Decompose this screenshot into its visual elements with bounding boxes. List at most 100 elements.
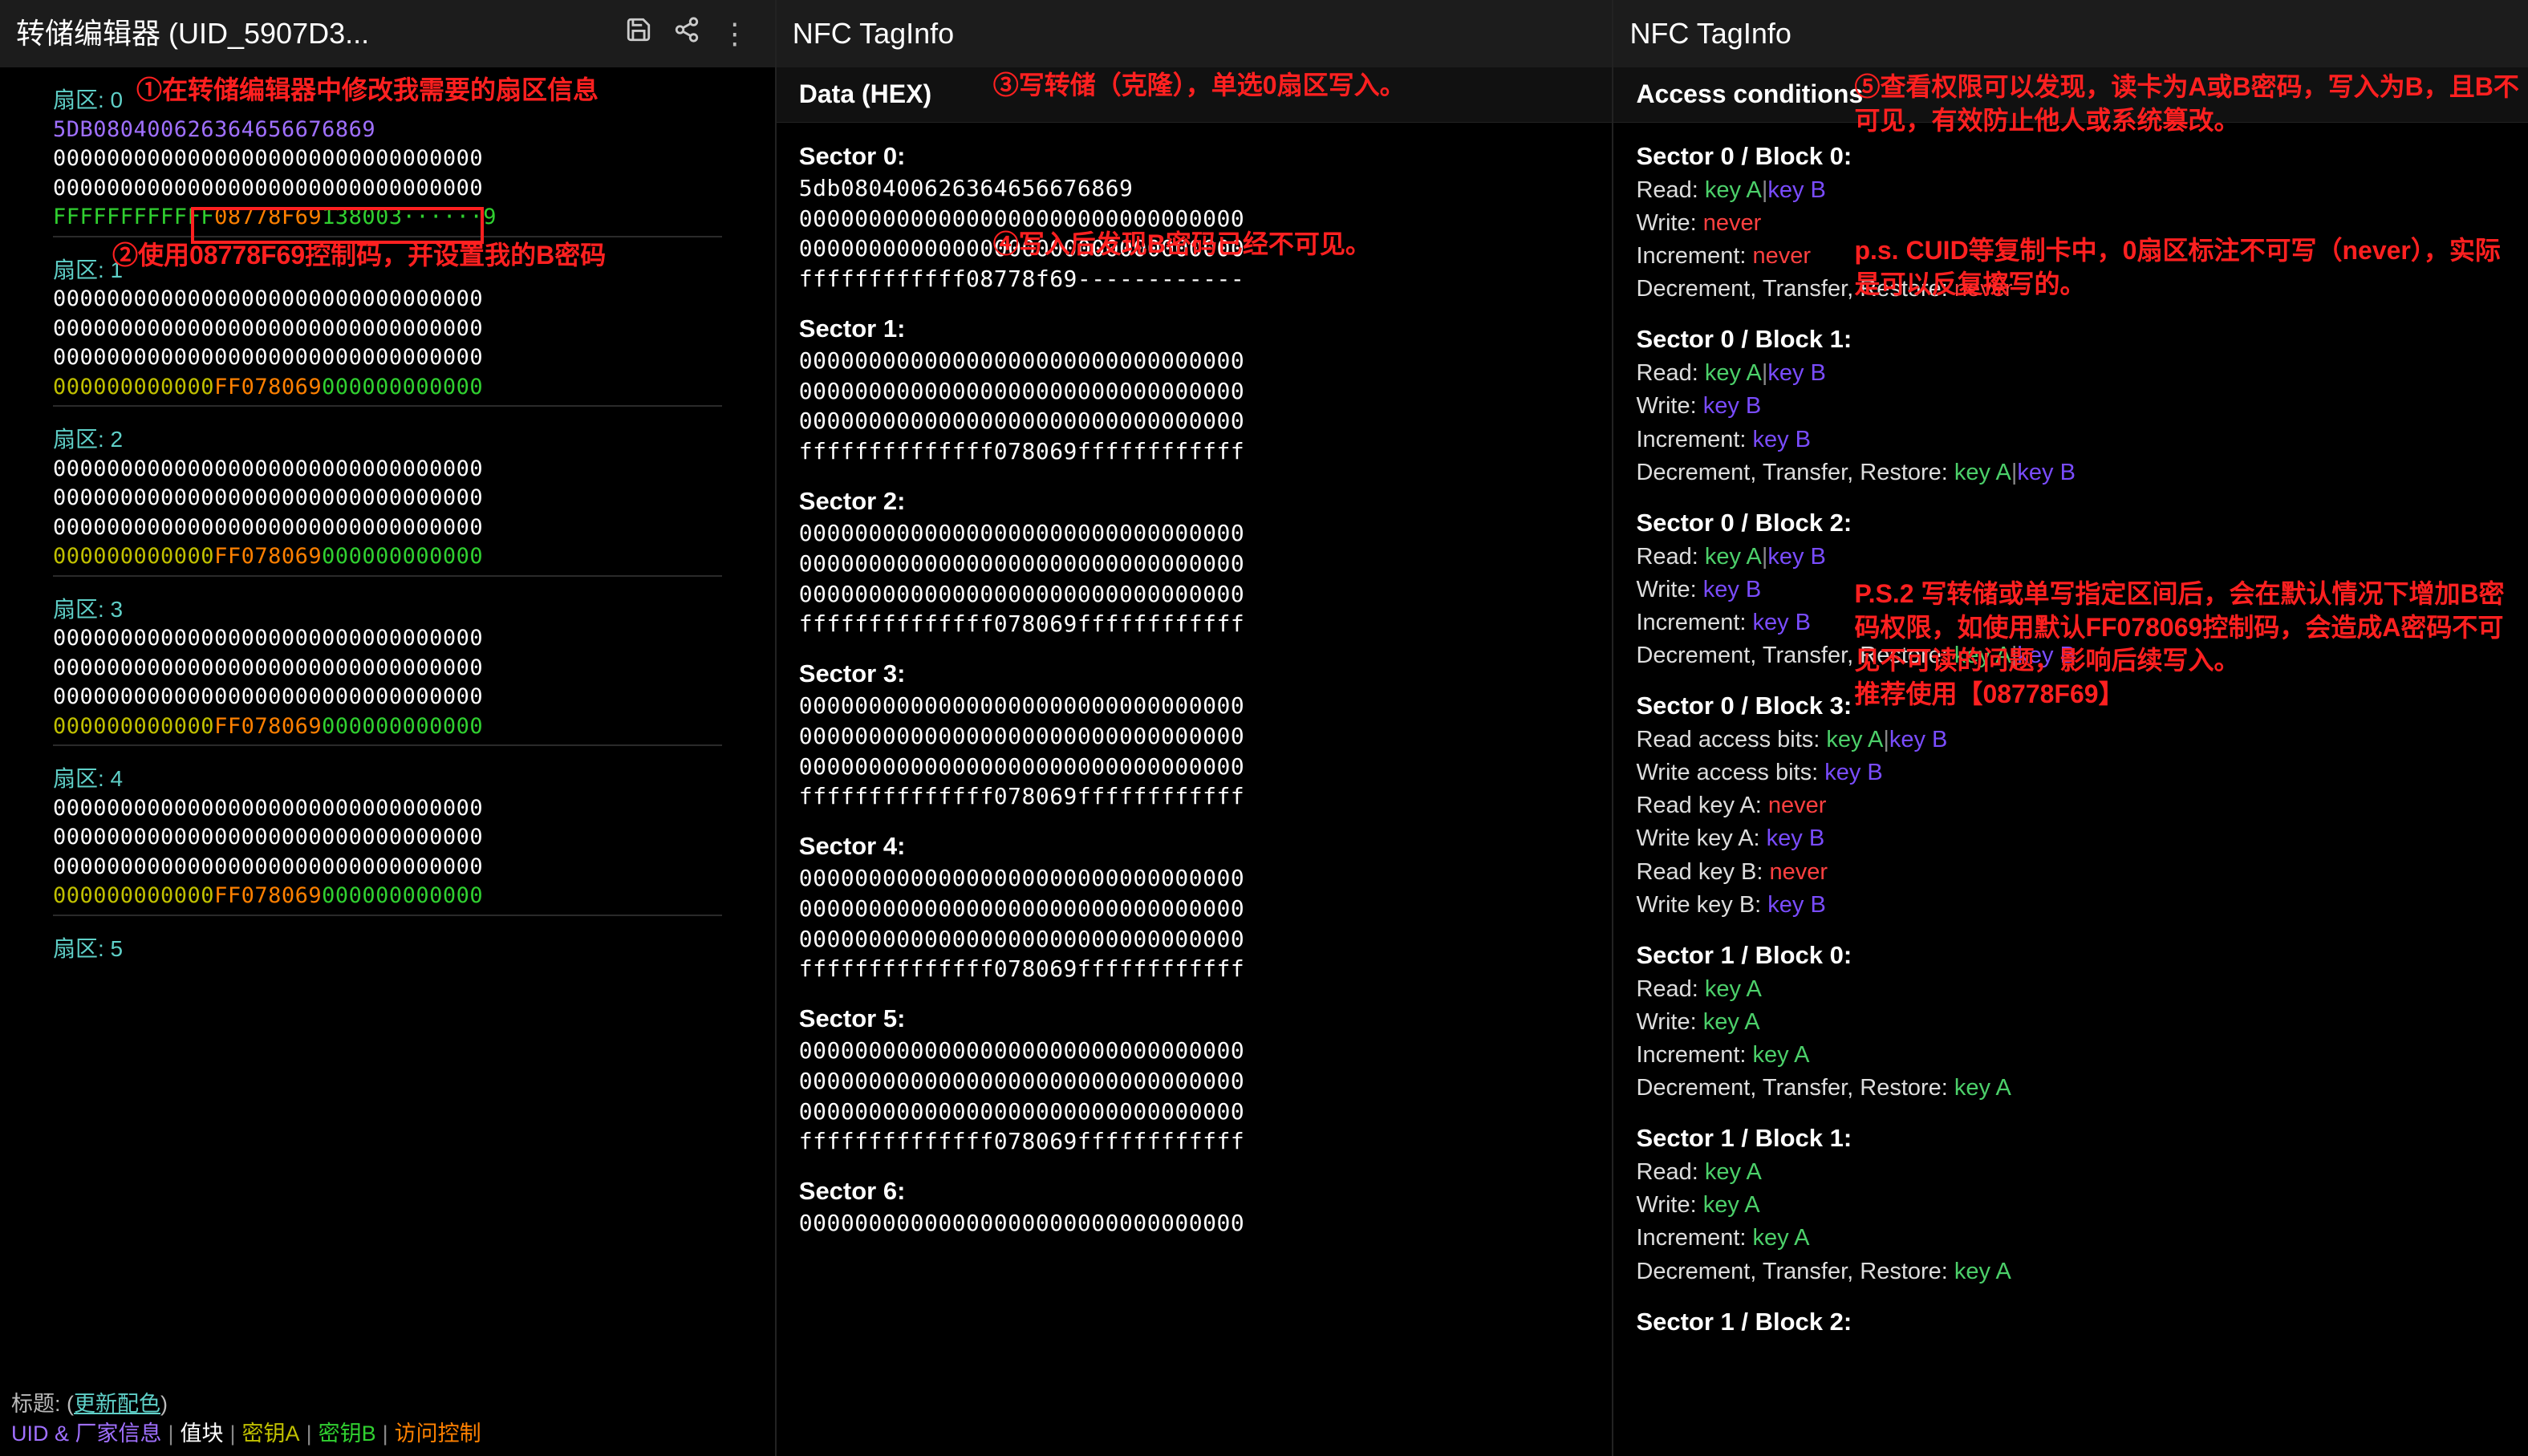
save-icon[interactable] — [615, 14, 663, 54]
taginfo-topbar-2: NFC TagInfo — [1613, 0, 2528, 67]
hex-line[interactable]: 00000000000000000000000000000000 — [53, 823, 764, 852]
hex-data-line: ffffffffffffff078069ffffffffffff — [799, 609, 1590, 639]
hex-data-line: 00000000000000000000000000000000 — [799, 579, 1590, 610]
legend-item: 密钥A — [242, 1422, 300, 1446]
taginfo-title: NFC TagInfo — [793, 14, 1597, 54]
annotation-3: ③写转储（克隆），单选0扇区写入。 — [993, 69, 1595, 103]
hex-line[interactable]: 00000000000000000000000000000000 — [53, 853, 764, 882]
hex-line[interactable]: 00000000000000000000000000000000 — [53, 144, 764, 173]
sector-label: 扇区: 2 — [53, 424, 764, 455]
access-row: Increment: key A — [1636, 1223, 2506, 1254]
access-row: Increment: key B — [1636, 424, 2506, 456]
hex-data-line: 00000000000000000000000000000000 — [799, 376, 1590, 407]
access-row: Decrement, Transfer, Restore: key A — [1636, 1073, 2506, 1104]
hex-line[interactable]: 00000000000000000000000000000000 — [53, 174, 764, 203]
hex-line[interactable]: 00000000000000000000000000000000 — [53, 794, 764, 823]
taginfo-access-content[interactable]: Sector 0 / Block 0:Read: key A|key BWrit… — [1613, 122, 2528, 1456]
sector-label: 扇区: 4 — [53, 764, 764, 794]
annotation-ps: p.s. CUID等复制卡中，0扇区标注不可写（never），实际是可以反复擦写… — [1854, 234, 2520, 301]
hex-sector-header: Sector 4: — [799, 829, 1590, 863]
hex-line[interactable]: 00000000000000000000000000000000 — [53, 455, 764, 484]
hex-data-line: ffffffffffffff078069ffffffffffff — [799, 781, 1590, 812]
access-row: Decrement, Transfer, Restore: key A|key … — [1636, 457, 2506, 489]
access-block-header: Sector 0 / Block 2: — [1636, 506, 2506, 540]
dump-editor-pane: 转储编辑器 (UID_5907D3... ⋮ 扇区: 05DB080400626… — [0, 0, 777, 1456]
hex-data-line: 00000000000000000000000000000000 — [799, 924, 1590, 955]
sector-label: 扇区: 5 — [53, 934, 764, 964]
taginfo-hex-pane: NFC TagInfo Data (HEX) Sector 0: 5db0804… — [777, 0, 1614, 1456]
hex-line[interactable]: 000000000000FF078069000000000000 — [53, 542, 764, 571]
hex-line[interactable]: 000000000000FF078069000000000000 — [53, 712, 764, 741]
legend-item: 密钥B — [319, 1422, 376, 1446]
access-row: Write key A: key B — [1636, 823, 2506, 854]
hex-sector-header: Sector 2: — [799, 485, 1590, 518]
hex-data-line: 00000000000000000000000000000000 — [799, 721, 1590, 752]
hex-line[interactable]: 00000000000000000000000000000000 — [53, 624, 764, 653]
hex-data-line: 00000000000000000000000000000000 — [799, 1208, 1590, 1239]
hex-line[interactable]: 00000000000000000000000000000000 — [53, 683, 764, 712]
access-row: Read key A: never — [1636, 790, 2506, 821]
access-block-header: Sector 1 / Block 2: — [1636, 1305, 2506, 1339]
hex-data-line: 00000000000000000000000000000000 — [799, 691, 1590, 721]
access-row: Read: key A|key B — [1636, 175, 2506, 206]
annotation-1: ①在转储编辑器中修改我需要的扇区信息 — [136, 74, 658, 107]
hex-data-line: 00000000000000000000000000000000 — [799, 752, 1590, 782]
access-row: Write: key A — [1636, 1007, 2506, 1038]
access-row: Write: key A — [1636, 1190, 2506, 1221]
share-icon[interactable] — [663, 14, 711, 54]
hex-line[interactable]: 00000000000000000000000000000000 — [53, 314, 764, 343]
hex-data-line: ffffffffffffff078069ffffffffffff — [799, 436, 1590, 467]
legend-item: 值块 — [181, 1422, 224, 1446]
hex-data-line: ffffffffffffff078069ffffffffffff — [799, 1126, 1590, 1157]
hex-line[interactable]: 00000000000000000000000000000000 — [53, 484, 764, 513]
legend: 标题: (更新配色) UID & 厂家信息|值块|密钥A|密钥B|访问控制 — [11, 1389, 481, 1448]
access-block-header: Sector 1 / Block 0: — [1636, 939, 2506, 972]
hex-sector-header: Sector 0: — [799, 140, 1590, 173]
access-row: Read: key A|key B — [1636, 541, 2506, 573]
hex-line[interactable]: 00000000000000000000000000000000 — [53, 513, 764, 542]
access-row: Read: key A — [1636, 974, 2506, 1005]
taginfo-topbar: NFC TagInfo — [777, 0, 1613, 67]
access-row: Write: key B — [1636, 391, 2506, 422]
hex-data-line: 00000000000000000000000000000000 — [799, 406, 1590, 436]
hex-data-line: 00000000000000000000000000000000 — [799, 518, 1590, 549]
editor-content[interactable]: 扇区: 05DB08040062636465667686900000000000… — [0, 67, 775, 1456]
hex-line[interactable]: 00000000000000000000000000000000 — [53, 654, 764, 683]
editor-topbar: 转储编辑器 (UID_5907D3... ⋮ — [0, 0, 775, 67]
access-row: Read: key A — [1636, 1157, 2506, 1188]
hex-data-line: 00000000000000000000000000000000 — [799, 894, 1590, 924]
access-row: Decrement, Transfer, Restore: key A — [1636, 1256, 2506, 1288]
taginfo-hex-content[interactable]: Sector 0: 5db080400626364656676869 000000… — [777, 122, 1613, 1456]
access-row: Write access bits: key B — [1636, 757, 2506, 789]
hex-line[interactable]: 000000000000FF078069000000000000 — [53, 882, 764, 911]
access-row: Increment: key A — [1636, 1040, 2506, 1071]
annotation-ps2: P.S.2 写转储或单写指定区间后，会在默认情况下增加B密码权限，如使用默认FF… — [1854, 578, 2520, 711]
update-color-link[interactable]: 更新配色 — [74, 1392, 160, 1416]
access-block-header: Sector 1 / Block 1: — [1636, 1121, 2506, 1155]
hex-line[interactable]: 5DB080400626364656676869 — [53, 116, 764, 144]
hex-data-line: ffffffffffff08778f69------------ — [799, 264, 1590, 294]
hex-line[interactable]: 000000000000FF078069000000000000 — [53, 373, 764, 402]
access-row: Read: key A|key B — [1636, 358, 2506, 389]
hex-sector-header: Sector 1: — [799, 312, 1590, 346]
hex-data-line: 00000000000000000000000000000000 — [799, 549, 1590, 579]
access-row: Read access bits: key A|key B — [1636, 724, 2506, 756]
hex-line[interactable]: 00000000000000000000000000000000 — [53, 285, 764, 314]
hex-data-line: 00000000000000000000000000000000 — [799, 346, 1590, 376]
taginfo-access-pane: NFC TagInfo Access conditions Sector 0 /… — [1613, 0, 2528, 1456]
access-block-header: Sector 0 / Block 0: — [1636, 140, 2506, 173]
hex-data-line: 5db080400626364656676869 — [799, 173, 1590, 204]
annotation-5: ⑤查看权限可以发现，读卡为A或B密码，写入为B，且B不可见，有效防止他人或系统篡… — [1854, 71, 2520, 137]
legend-item: 访问控制 — [395, 1422, 481, 1446]
annotation-2: ②使用08778F69控制码，并设置我的B密码 — [112, 239, 658, 273]
hex-data-line: 00000000000000000000000000000000 — [799, 1036, 1590, 1066]
sector-label: 扇区: 3 — [53, 594, 764, 625]
hex-sector-header: Sector 6: — [799, 1174, 1590, 1208]
overflow-menu-icon[interactable]: ⋮ — [711, 14, 759, 54]
editor-title: 转储编辑器 (UID_5907D3... — [16, 14, 615, 54]
hex-sector-header: Sector 5: — [799, 1002, 1590, 1036]
hex-sector-header: Sector 3: — [799, 657, 1590, 691]
hex-line[interactable]: 00000000000000000000000000000000 — [53, 343, 764, 372]
legend-item: UID & 厂家信息 — [11, 1422, 162, 1446]
hex-data-line: ffffffffffffff078069ffffffffffff — [799, 954, 1590, 984]
